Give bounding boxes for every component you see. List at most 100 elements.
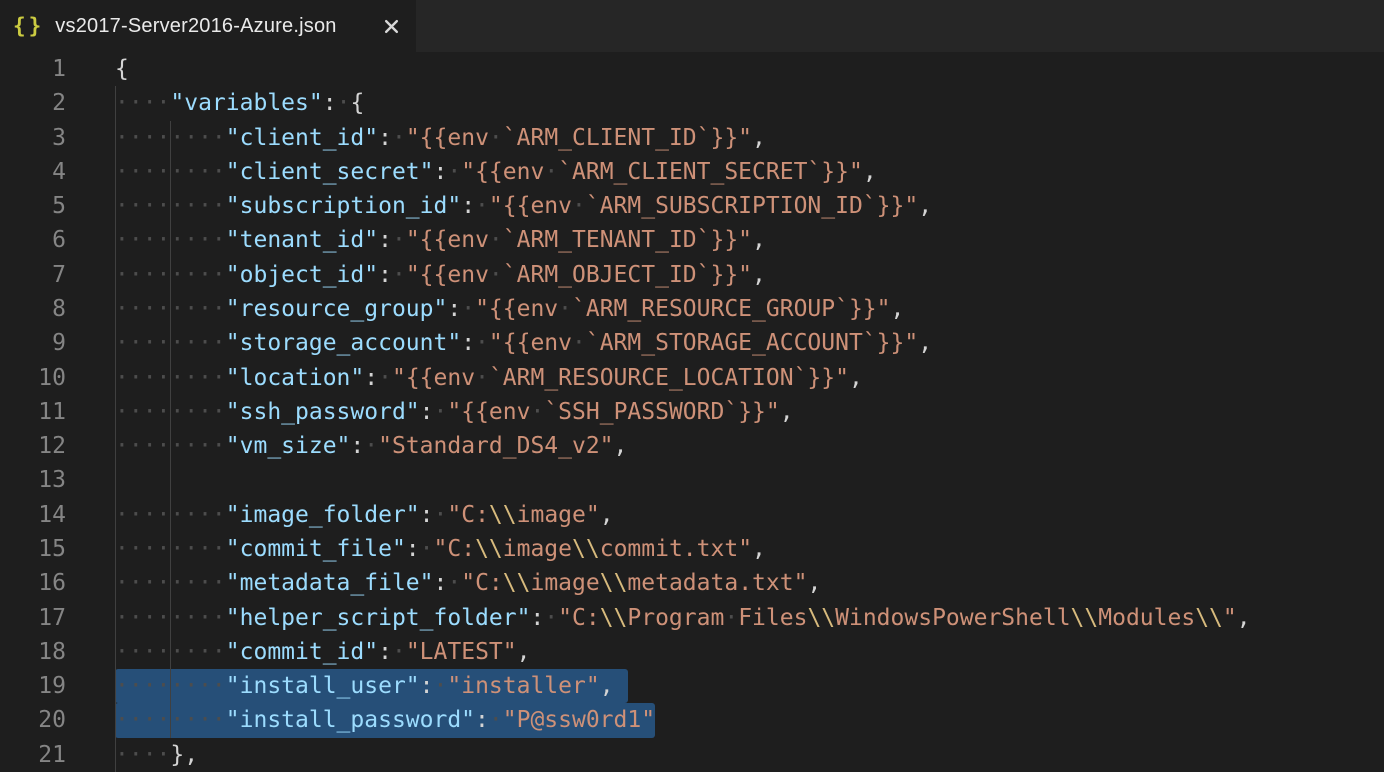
line-number[interactable]: 7: [0, 258, 66, 292]
whitespace-dots: ·: [572, 193, 586, 219]
json-string: "C:: [558, 605, 600, 631]
code-line-content: ········"commit_file":·"C:\\image\\commi…: [115, 532, 766, 566]
code-line[interactable]: 7········"object_id":·"{{env·`ARM_OBJECT…: [0, 258, 1384, 292]
whitespace-dots: ·: [392, 227, 406, 253]
json-string: `ARM_RESOURCE_GROUP`}}": [572, 296, 891, 322]
whitespace-dots: ·: [489, 125, 503, 151]
json-punctuation: :: [323, 90, 337, 116]
whitespace-dots: ·: [724, 605, 738, 631]
code-line[interactable]: 1{: [0, 52, 1384, 86]
line-number[interactable]: 10: [0, 361, 66, 395]
line-number[interactable]: 17: [0, 601, 66, 635]
line-number[interactable]: 20: [0, 703, 66, 737]
line-number[interactable]: 18: [0, 635, 66, 669]
json-string: "{{env: [406, 262, 489, 288]
code-line[interactable]: 13: [0, 463, 1384, 497]
json-punctuation: :: [378, 227, 392, 253]
json-string: "Standard_DS4_v2": [378, 433, 613, 459]
line-number[interactable]: 13: [0, 463, 66, 497]
json-punctuation: :: [406, 536, 420, 562]
whitespace-dots: ·: [475, 365, 489, 391]
json-string: `ARM_CLIENT_ID`}}": [503, 125, 752, 151]
line-number[interactable]: 1: [0, 52, 66, 86]
code-line[interactable]: 5········"subscription_id":·"{{env·`ARM_…: [0, 189, 1384, 223]
json-key: "image_folder": [226, 502, 420, 528]
code-line[interactable]: 16········"metadata_file":·"C:\\image\\m…: [0, 566, 1384, 600]
line-number[interactable]: 12: [0, 429, 66, 463]
line-number[interactable]: 8: [0, 292, 66, 326]
code-line[interactable]: 10········"location":·"{{env·`ARM_RESOUR…: [0, 361, 1384, 395]
code-line[interactable]: 21····},: [0, 738, 1384, 772]
code-line[interactable]: 9········"storage_account":·"{{env·`ARM_…: [0, 326, 1384, 360]
whitespace-dots: ·: [489, 227, 503, 253]
whitespace-dots: ········: [115, 296, 226, 322]
whitespace-dots: ·: [489, 262, 503, 288]
whitespace-dots: ········: [115, 433, 226, 459]
whitespace-dots: ·: [530, 399, 544, 425]
json-punctuation: :: [461, 193, 475, 219]
line-number[interactable]: 11: [0, 395, 66, 429]
whitespace-dots: ·: [364, 433, 378, 459]
code-line-content: ········"resource_group":·"{{env·`ARM_RE…: [115, 292, 904, 326]
json-punctuation: :: [475, 707, 489, 733]
line-number[interactable]: 21: [0, 738, 66, 772]
whitespace-dots: ·: [434, 673, 448, 699]
code-line-content: ········"client_id":·"{{env·`ARM_CLIENT_…: [115, 121, 766, 155]
json-punctuation: ,: [891, 296, 905, 322]
whitespace-dots: ·: [489, 707, 503, 733]
json-string: "C:: [447, 502, 489, 528]
json-punctuation: :: [378, 125, 392, 151]
code-line-content: ········"ssh_password":·"{{env·`SSH_PASS…: [115, 395, 794, 429]
whitespace-dots: ········: [115, 365, 226, 391]
json-string: `SSH_PASSWORD`}}": [544, 399, 779, 425]
code-line[interactable]: 4········"client_secret":·"{{env·`ARM_CL…: [0, 155, 1384, 189]
json-punctuation: ,: [780, 399, 794, 425]
code-line[interactable]: 17········"helper_script_folder":·"C:\\P…: [0, 601, 1384, 635]
line-number[interactable]: 19: [0, 669, 66, 703]
whitespace-dots: ·: [572, 330, 586, 356]
line-number[interactable]: 14: [0, 498, 66, 532]
json-punctuation: ,: [752, 125, 766, 151]
code-line[interactable]: 8 ········"resource_group":·"{{env·`ARM_R…: [0, 292, 1384, 326]
json-string: Modules: [1098, 605, 1195, 631]
code-line[interactable]: 15 ········"commit_file":·"C:\\image\\com…: [0, 532, 1384, 566]
whitespace-dots: ·: [420, 536, 434, 562]
json-string: WindowsPowerShell: [835, 605, 1070, 631]
code-line[interactable]: 19········"install_user":·"installer",: [0, 669, 1384, 703]
line-number[interactable]: 16: [0, 566, 66, 600]
json-punctuation: ,: [863, 159, 877, 185]
json-punctuation: :: [420, 673, 434, 699]
whitespace-dots: ·: [447, 570, 461, 596]
whitespace-dots: ········: [115, 227, 226, 253]
json-escape: \\: [807, 605, 835, 631]
whitespace-dots: ·: [544, 159, 558, 185]
code-editor[interactable]: 1{2····"variables":·{3········"client_id…: [0, 52, 1384, 772]
json-key: "install_password": [226, 707, 475, 733]
json-punctuation: {: [115, 56, 129, 82]
code-line[interactable]: 6········"tenant_id":·"{{env·`ARM_TENANT…: [0, 223, 1384, 257]
json-punctuation: ,: [1237, 605, 1251, 631]
line-number[interactable]: 9: [0, 326, 66, 360]
code-line[interactable]: 12········"vm_size":·"Standard_DS4_v2",: [0, 429, 1384, 463]
line-number[interactable]: 5: [0, 189, 66, 223]
code-line[interactable]: 14········"image_folder":·"C:\\image",: [0, 498, 1384, 532]
code-line[interactable]: 20········"install_password":·"P@ssw0rd1…: [0, 703, 1384, 737]
line-number[interactable]: 15: [0, 532, 66, 566]
close-icon[interactable]: [382, 17, 400, 35]
json-punctuation: :: [530, 605, 544, 631]
json-string: Program: [627, 605, 724, 631]
tab-vs2017-server2016-azure[interactable]: {} vs2017-Server2016-Azure.json: [0, 0, 416, 52]
line-number[interactable]: 4: [0, 155, 66, 189]
code-line[interactable]: 11 ········"ssh_password":·"{{env·`SSH_PA…: [0, 395, 1384, 429]
code-line[interactable]: 18········"commit_id":·"LATEST",: [0, 635, 1384, 669]
json-punctuation: :: [350, 433, 364, 459]
json-punctuation: :: [447, 296, 461, 322]
line-number[interactable]: 2: [0, 86, 66, 120]
line-number[interactable]: 6: [0, 223, 66, 257]
json-punctuation: ,: [807, 570, 821, 596]
code-line[interactable]: 2····"variables":·{: [0, 86, 1384, 120]
code-line[interactable]: 3········"client_id":·"{{env·`ARM_CLIENT…: [0, 121, 1384, 155]
json-string: `ARM_RESOURCE_LOCATION`}}": [489, 365, 849, 391]
line-number[interactable]: 3: [0, 121, 66, 155]
json-punctuation: ,: [600, 502, 614, 528]
